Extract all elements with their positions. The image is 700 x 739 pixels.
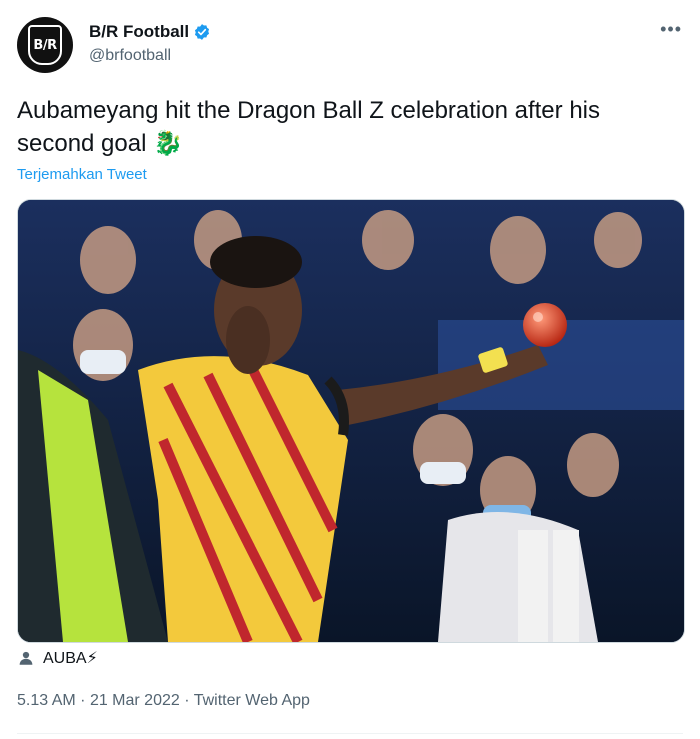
avatar[interactable]: B/R bbox=[17, 17, 73, 73]
display-name[interactable]: B/R Football bbox=[89, 22, 189, 42]
tweet-time[interactable]: 5.13 AM bbox=[17, 692, 76, 709]
verified-badge-icon bbox=[195, 24, 210, 40]
meta-separator: · bbox=[184, 692, 194, 709]
photo-image bbox=[18, 200, 684, 642]
tweet-meta: 5.13 AM · 21 Mar 2022 · Twitter Web App bbox=[17, 692, 310, 710]
brand-logo: B/R bbox=[28, 25, 62, 65]
author-handle[interactable]: @brfootball bbox=[89, 47, 171, 65]
divider bbox=[17, 733, 683, 734]
tagged-user[interactable]: AUBA⚡ bbox=[17, 648, 98, 668]
more-horizontal-icon[interactable]: ••• bbox=[660, 20, 682, 38]
tweet-body: Aubameyang hit the Dragon Ball Z celebra… bbox=[17, 97, 600, 157]
tweet-date[interactable]: 21 Mar 2022 bbox=[90, 692, 180, 709]
tweet-photo[interactable] bbox=[17, 199, 685, 643]
translate-tweet-link[interactable]: Terjemahkan Tweet bbox=[17, 166, 147, 183]
tagged-user-name[interactable]: AUBA⚡ bbox=[43, 648, 98, 668]
dragon-emoji-icon: 🐉 bbox=[153, 129, 183, 157]
tweet-source[interactable]: Twitter Web App bbox=[194, 692, 310, 709]
tweet-text: Aubameyang hit the Dragon Ball Z celebra… bbox=[17, 94, 682, 160]
meta-separator: · bbox=[80, 692, 90, 709]
person-icon bbox=[19, 651, 33, 665]
author-name-row[interactable]: B/R Football bbox=[89, 22, 211, 42]
